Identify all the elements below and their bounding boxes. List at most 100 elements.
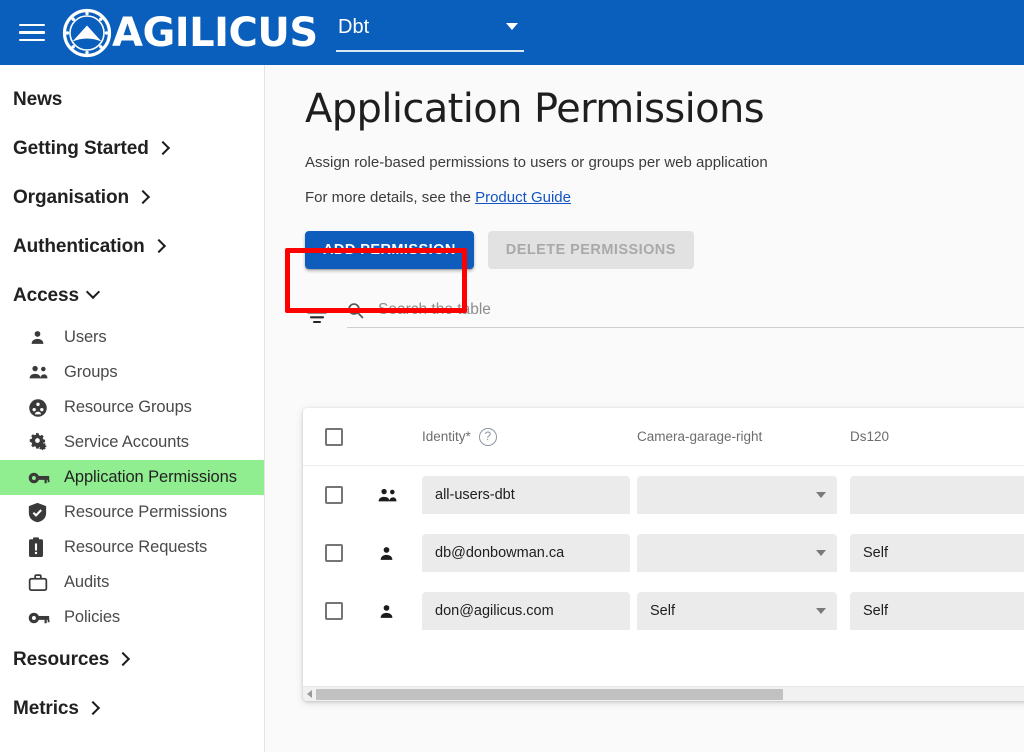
camera-garage-right-select[interactable] (637, 476, 837, 514)
column-header-identity[interactable]: Identity* ? (422, 427, 637, 446)
identity-input[interactable]: db@donbowman.ca (422, 534, 630, 572)
top-app-bar: AGILICUS Dbt (0, 0, 1024, 65)
sidebar-group-getting-started[interactable]: Getting Started (0, 124, 264, 173)
column-header-label: Identity* (422, 429, 471, 444)
table-search-row (305, 300, 1024, 328)
sidebar-group-label: Access (13, 284, 79, 306)
table-header-row: Identity* ? Camera-garage-right Ds120 (303, 408, 1024, 466)
sidebar-item-label: Audits (64, 573, 110, 591)
camera-garage-right-cell (637, 476, 850, 514)
brand-logo[interactable]: AGILICUS (61, 7, 318, 59)
column-header-ds120[interactable]: Ds120 (850, 428, 1024, 446)
sidebar-item-application-permissions[interactable]: Application Permissions (0, 460, 264, 495)
row-checkbox-cell (325, 602, 377, 620)
identity-cell: don@agilicus.com (422, 592, 637, 630)
people-icon (28, 362, 54, 384)
sidebar-group-news[interactable]: News (0, 75, 264, 124)
organisation-selector-value: Dbt (338, 16, 370, 38)
permissions-table: Identity* ? Camera-garage-right Ds120 al… (303, 408, 1024, 640)
chevron-down-icon (816, 492, 826, 498)
sidebar-group-metrics[interactable]: Metrics (0, 684, 264, 733)
camera-garage-right-cell: Self (637, 592, 850, 630)
sidebar-item-label: Resource Requests (64, 538, 208, 556)
help-circle-icon[interactable]: ? (478, 427, 497, 446)
row-checkbox[interactable] (325, 544, 343, 562)
arrow-left-icon[interactable] (307, 690, 312, 698)
sidebar-group-label: Getting Started (13, 137, 149, 159)
sidebar-group-authentication[interactable]: Authentication (0, 222, 264, 271)
ds120-select[interactable]: Self (850, 592, 1024, 630)
table-horizontal-scrollbar[interactable] (303, 686, 1024, 701)
chevron-right-icon (85, 700, 100, 715)
column-header-camera-garage-right[interactable]: Camera-garage-right (637, 428, 850, 446)
product-guide-link[interactable]: Product Guide (475, 189, 571, 206)
action-button-row: ADD PERMISSION DELETE PERMISSIONS (305, 231, 1024, 269)
identity-input[interactable]: don@agilicus.com (422, 592, 630, 630)
page-title: Application Permissions (305, 86, 765, 132)
ds120-cell: Self (850, 534, 1024, 572)
sidebar-group-organisation[interactable]: Organisation (0, 173, 264, 222)
sidebar-item-resource-permissions[interactable]: Resource Permissions (0, 495, 264, 530)
brand-wordmark: AGILICUS (112, 9, 318, 56)
select-all-checkbox-cell (325, 427, 377, 446)
row-checkbox-cell (325, 544, 377, 562)
sidebar-item-resource-requests[interactable]: Resource Requests (0, 530, 264, 565)
chevron-down-icon (816, 608, 826, 614)
filter-list-icon[interactable] (305, 306, 329, 328)
sidebar-item-groups[interactable]: Groups (0, 355, 264, 390)
chevron-down-icon (816, 550, 826, 556)
scrollbar-thumb[interactable] (316, 688, 783, 700)
briefcase-icon (28, 572, 54, 594)
details-prefix-text: For more details, see the (305, 189, 476, 206)
sidebar-item-label: Service Accounts (64, 433, 189, 451)
select-all-checkbox[interactable] (325, 427, 343, 446)
shield-check-icon (28, 502, 54, 524)
camera-garage-right-select[interactable] (637, 534, 837, 572)
hamburger-bar (19, 38, 45, 42)
ds120-cell (850, 476, 1024, 514)
ds120-cell: Self (850, 592, 1024, 630)
camera-garage-right-cell (637, 534, 850, 572)
row-checkbox[interactable] (325, 602, 343, 620)
ds120-select[interactable] (850, 476, 1024, 514)
sidebar-group-access[interactable]: Access (0, 271, 264, 320)
column-header-label: Ds120 (850, 428, 890, 444)
organisation-selector[interactable]: Dbt (336, 12, 524, 52)
permissions-table-card: Identity* ? Camera-garage-right Ds120 al… (303, 408, 1024, 701)
person-icon (28, 327, 54, 349)
chevron-right-icon (151, 238, 166, 253)
add-permission-button[interactable]: ADD PERMISSION (305, 231, 474, 269)
group-circle-icon (28, 397, 54, 419)
select-value: Self (650, 603, 675, 619)
hamburger-bar (19, 23, 45, 27)
sidebar-group-label: Authentication (13, 235, 145, 257)
sidebar-item-users[interactable]: Users (0, 320, 264, 355)
person-icon (377, 544, 422, 563)
sidebar-item-resource-groups[interactable]: Resource Groups (0, 390, 264, 425)
sidebar-group-resources[interactable]: Resources (0, 635, 264, 684)
identity-cell: all-users-dbt (422, 476, 637, 514)
identity-input[interactable]: all-users-dbt (422, 476, 630, 514)
hamburger-menu-icon[interactable] (19, 22, 49, 44)
organisation-selector-underline (336, 50, 524, 52)
sidebar-item-label: Groups (64, 363, 118, 381)
row-checkbox-cell (325, 486, 377, 504)
identity-cell: db@donbowman.ca (422, 534, 637, 572)
key-icon (28, 467, 54, 489)
sidebar-item-service-accounts[interactable]: Service Accounts (0, 425, 264, 460)
ds120-select[interactable]: Self (850, 534, 1024, 572)
sidebar-item-label: Resource Groups (64, 398, 192, 416)
page-subtitle: Assign role-based permissions to users o… (305, 154, 768, 171)
sidebar-item-label: Resource Permissions (64, 503, 228, 521)
hamburger-bar (19, 31, 45, 34)
search-input[interactable] (376, 300, 1024, 320)
sidebar-item-audits[interactable]: Audits (0, 565, 264, 600)
camera-garage-right-select[interactable]: Self (637, 592, 837, 630)
search-field-wrapper[interactable] (347, 300, 1024, 328)
chevron-right-icon (135, 189, 151, 204)
chevron-down-icon (85, 284, 101, 299)
select-value: Self (863, 545, 888, 561)
sidebar-item-policies[interactable]: Policies (0, 600, 264, 635)
page-details-line: For more details, see the Product Guide (305, 189, 1024, 206)
row-checkbox[interactable] (325, 486, 343, 504)
